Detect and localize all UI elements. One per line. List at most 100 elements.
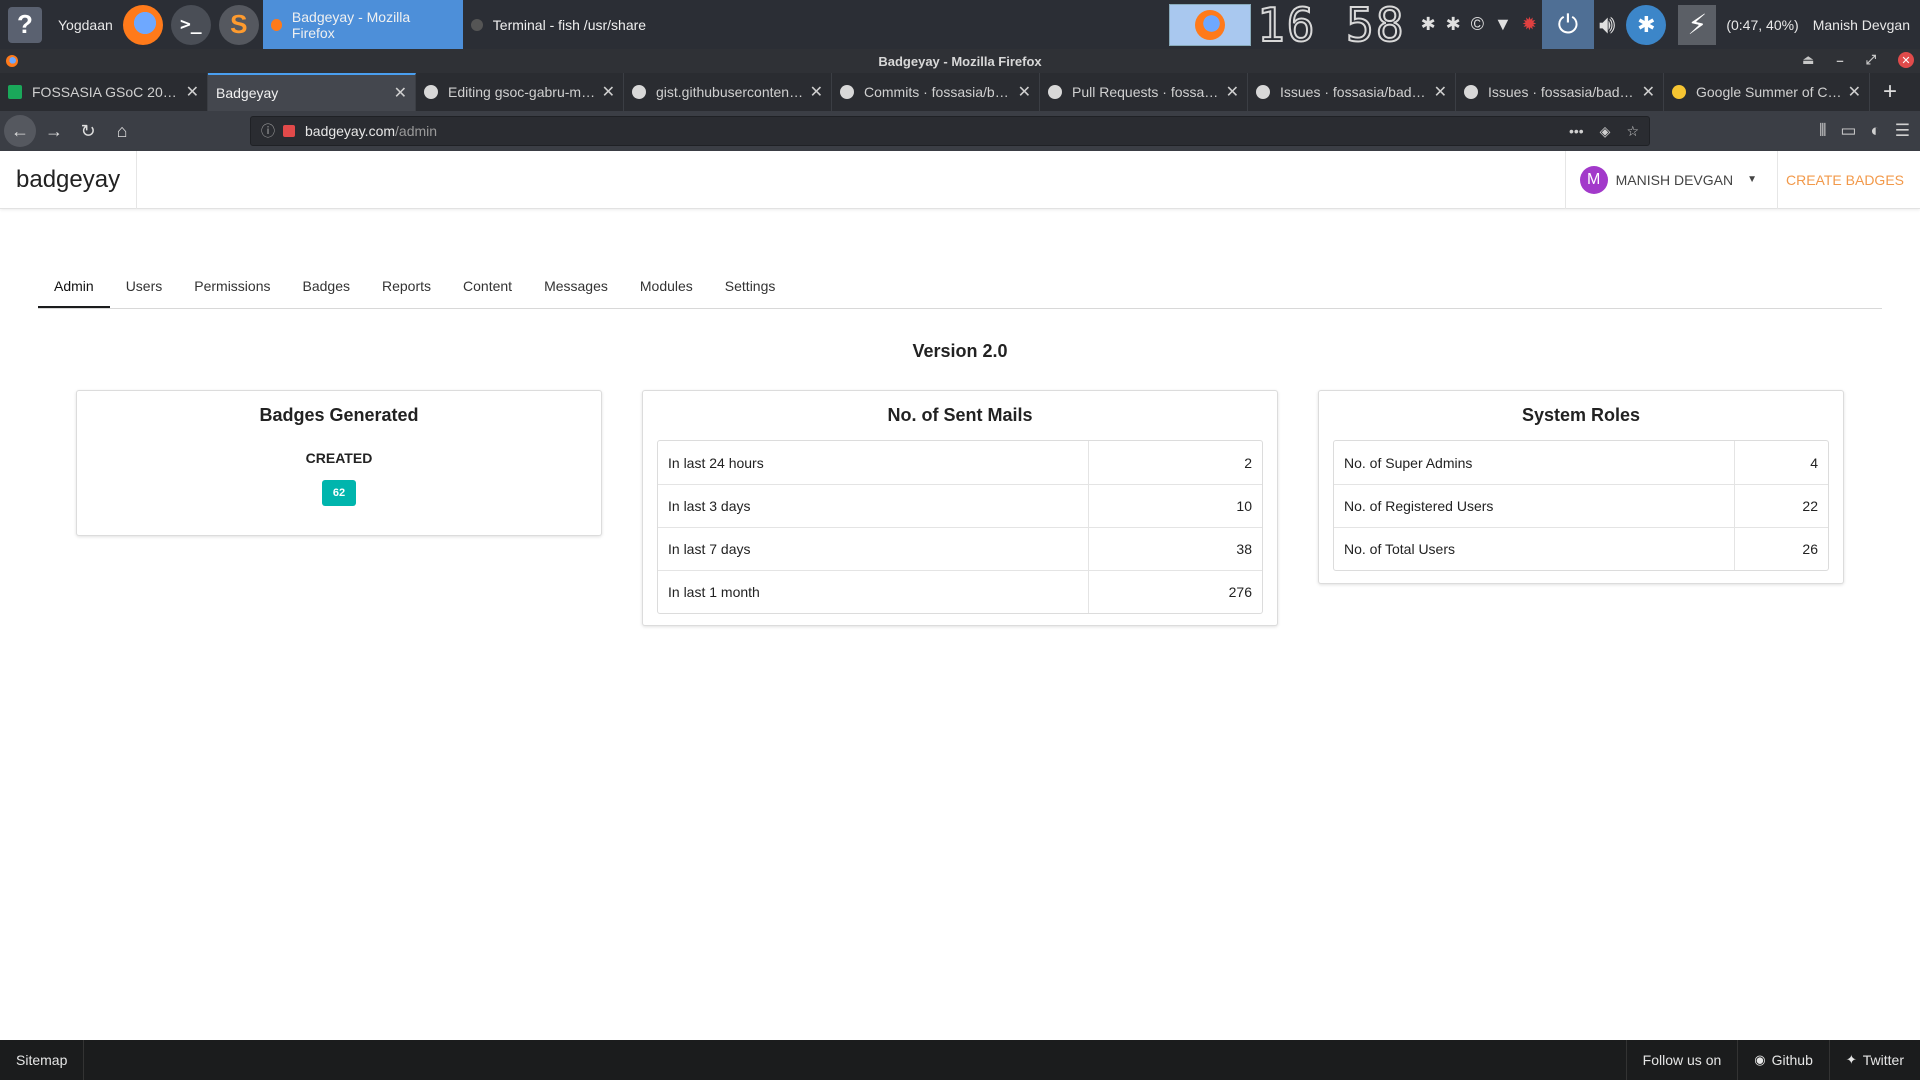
tab-modules[interactable]: Modules bbox=[624, 278, 709, 308]
github-icon bbox=[840, 85, 854, 99]
user-menu[interactable]: M MANISH DEVGAN ▼ bbox=[1564, 150, 1778, 209]
tab-permissions[interactable]: Permissions bbox=[178, 278, 286, 308]
os-user-name[interactable]: Manish Devgan bbox=[1813, 17, 1910, 33]
library-icon[interactable]: ⫴ bbox=[1819, 121, 1826, 141]
taskbar-task-terminal[interactable]: Terminal - fish /usr/share bbox=[463, 0, 664, 49]
row-label: In last 7 days bbox=[658, 527, 1088, 570]
help-icon[interactable]: ? bbox=[8, 6, 42, 43]
copyright-icon[interactable]: © bbox=[1471, 14, 1484, 35]
pocket-icon[interactable]: ◈ bbox=[1600, 123, 1611, 140]
page-actions-icon[interactable]: ••• bbox=[1569, 123, 1584, 140]
browser-tab[interactable]: FOSSASIA GSoC 2018 - ✕ bbox=[0, 73, 208, 111]
volume-icon[interactable]: 🔊︎ bbox=[1599, 9, 1615, 41]
bluetooth-round-icon[interactable]: ✱ bbox=[1626, 4, 1667, 45]
created-count-badge: 62 bbox=[322, 480, 356, 506]
restore-icon[interactable]: ⤢ bbox=[1866, 52, 1876, 68]
bookmark-star-icon[interactable]: ☆ bbox=[1626, 123, 1639, 140]
badges-generated-card: Badges Generated CREATED 62 bbox=[76, 390, 602, 536]
tab-title: Issues · fossasia/badgey bbox=[1488, 84, 1636, 100]
tab-close-icon[interactable]: ✕ bbox=[394, 83, 407, 103]
tab-title: Issues · fossasia/badgey bbox=[1280, 84, 1428, 100]
terminal-launcher-icon[interactable]: >_ bbox=[170, 4, 211, 45]
tab-close-icon[interactable]: ✕ bbox=[602, 82, 615, 102]
taskbar-task-label: Badgeyay - Mozilla Firefox bbox=[291, 8, 411, 41]
tab-title: Badgeyay bbox=[216, 85, 279, 101]
tab-reports[interactable]: Reports bbox=[366, 278, 447, 308]
github-icon bbox=[1464, 85, 1478, 99]
row-label: No. of Total Users bbox=[1334, 527, 1734, 570]
row-label: No. of Registered Users bbox=[1334, 484, 1734, 527]
firefox-tray-icon[interactable] bbox=[1169, 3, 1252, 46]
close-window-icon[interactable]: ✕ bbox=[1898, 52, 1914, 68]
bluetooth-small-icon[interactable]: ✱ bbox=[1421, 14, 1436, 35]
wifi-icon[interactable]: ▼ bbox=[1494, 14, 1512, 35]
tab-close-icon[interactable]: ✕ bbox=[1848, 82, 1861, 102]
browser-tab[interactable]: Editing gsoc-gabru-md.m ✕ bbox=[416, 73, 624, 111]
back-button[interactable]: ← bbox=[4, 115, 36, 147]
tab-users[interactable]: Users bbox=[110, 278, 179, 308]
new-tab-button[interactable]: + bbox=[1870, 73, 1910, 111]
url-path: /admin bbox=[395, 123, 438, 139]
forward-button[interactable]: → bbox=[38, 115, 70, 147]
twitter-link[interactable]: ✦ Twitter bbox=[1828, 1040, 1920, 1080]
minimize-icon[interactable]: – bbox=[1836, 53, 1843, 68]
card-title: No. of Sent Mails bbox=[887, 405, 1033, 425]
github-link[interactable]: ◉ Github bbox=[1737, 1040, 1829, 1080]
system-roles-card: System Roles No. of Super Admins 4 No. o… bbox=[1318, 390, 1844, 584]
bluetooth-icon[interactable]: ✱ bbox=[1446, 14, 1461, 35]
shield-icon[interactable] bbox=[283, 125, 295, 137]
sublime-launcher-icon[interactable]: S bbox=[218, 4, 259, 45]
tab-content[interactable]: Content bbox=[447, 278, 528, 308]
github-icon: ◉ bbox=[1754, 1052, 1766, 1067]
create-badges-link[interactable]: CREATE BADGES bbox=[1786, 151, 1904, 209]
row-value: 276 bbox=[1088, 570, 1262, 613]
reload-button[interactable]: ↻ bbox=[72, 115, 104, 147]
tab-close-icon[interactable]: ✕ bbox=[186, 82, 199, 102]
row-label: In last 3 days bbox=[658, 484, 1088, 527]
table-row: No. of Super Admins 4 bbox=[1334, 441, 1828, 484]
browser-tab[interactable]: Pull Requests · fossasia/ ✕ bbox=[1040, 73, 1248, 111]
tab-close-icon[interactable]: ✕ bbox=[810, 82, 823, 102]
tab-settings[interactable]: Settings bbox=[709, 278, 792, 308]
browser-tab[interactable]: Issues · fossasia/badgey ✕ bbox=[1248, 73, 1456, 111]
brand-logo[interactable]: badgeyay bbox=[0, 150, 138, 209]
admin-tab-menu: Admin Users Permissions Badges Reports C… bbox=[38, 265, 1882, 309]
card-title: Badges Generated bbox=[259, 405, 419, 425]
chevron-down-icon: ▼ bbox=[1747, 174, 1757, 185]
site-header: badgeyay M MANISH DEVGAN ▼ CREATE BADGES bbox=[0, 150, 1920, 209]
browser-tab[interactable]: Issues · fossasia/badgey ✕ bbox=[1456, 73, 1664, 111]
extension-icon[interactable]: ◐ bbox=[1870, 121, 1880, 141]
tab-title: gist.githubusercontent.co bbox=[656, 84, 804, 100]
github-icon bbox=[1048, 85, 1062, 99]
firefox-launcher-icon[interactable] bbox=[122, 4, 163, 45]
twitter-icon: ✦ bbox=[1845, 1052, 1857, 1067]
info-icon[interactable]: ⓘ bbox=[261, 121, 275, 141]
table-row: In last 3 days 10 bbox=[658, 484, 1262, 527]
tab-close-icon[interactable]: ✕ bbox=[1226, 82, 1239, 102]
browser-tab[interactable]: Commits · fossasia/badg ✕ bbox=[832, 73, 1040, 111]
row-value: 26 bbox=[1734, 527, 1828, 570]
sidebar-icon[interactable]: ▭ bbox=[1840, 121, 1856, 141]
tab-close-icon[interactable]: ✕ bbox=[1434, 82, 1447, 102]
tab-close-icon[interactable]: ✕ bbox=[1018, 82, 1031, 102]
browser-tab[interactable]: Google Summer of Code ✕ bbox=[1664, 73, 1870, 111]
battery-charging-icon[interactable]: ⚡ bbox=[1678, 4, 1717, 45]
tab-badges[interactable]: Badges bbox=[287, 278, 366, 308]
browser-tab-active[interactable]: Badgeyay ✕ bbox=[208, 73, 416, 111]
tab-close-icon[interactable]: ✕ bbox=[1642, 82, 1655, 102]
hamburger-menu-icon[interactable]: ☰ bbox=[1895, 121, 1910, 141]
bug-icon[interactable]: ✹ bbox=[1522, 14, 1537, 35]
url-bar[interactable]: ⓘ badgeyay.com /admin ••• ◈ ☆ bbox=[250, 116, 1650, 146]
row-value: 10 bbox=[1088, 484, 1262, 527]
table-row: No. of Total Users 26 bbox=[1334, 527, 1828, 570]
tab-messages[interactable]: Messages bbox=[528, 278, 624, 308]
taskbar-task-firefox[interactable]: Badgeyay - Mozilla Firefox bbox=[262, 0, 463, 49]
browser-tab[interactable]: gist.githubusercontent.co ✕ bbox=[624, 73, 832, 111]
tab-admin[interactable]: Admin bbox=[38, 278, 110, 308]
card-title: System Roles bbox=[1521, 405, 1641, 425]
sitemap-link[interactable]: Sitemap bbox=[0, 1040, 85, 1080]
eject-icon[interactable]: ⏏ bbox=[1802, 52, 1814, 68]
sheets-icon bbox=[8, 85, 22, 99]
power-icon[interactable]: ⏻ bbox=[1541, 0, 1594, 49]
home-button[interactable]: ⌂ bbox=[106, 115, 138, 147]
